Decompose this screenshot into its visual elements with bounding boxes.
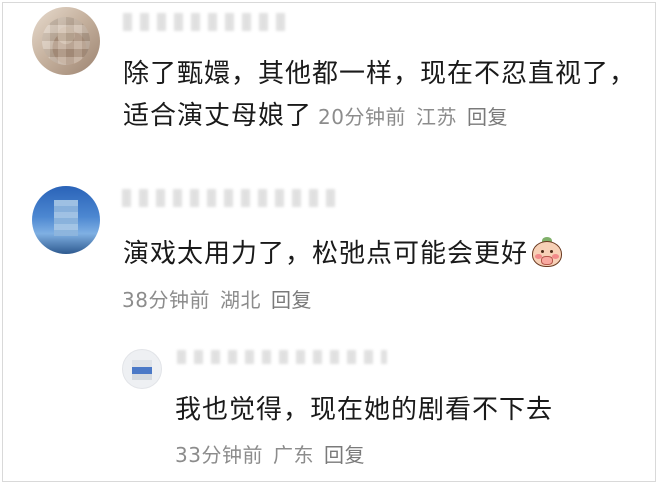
comment-text: 演戏太用力了，松弛点可能会更好 xyxy=(123,233,564,275)
comment-time: 20分钟前 xyxy=(318,105,406,129)
comment-location: 江苏 xyxy=(415,105,457,129)
user-avatar[interactable] xyxy=(32,7,100,75)
comment-meta: 20分钟前 江苏 回复 xyxy=(318,105,518,129)
blushing-peach-emoji xyxy=(530,237,564,267)
comments-frame: 除了甄嬛，其他都一样，现在不忍直视了，适合演丈母娘了 20分钟前 江苏 回复 演戏太用… xyxy=(2,2,656,482)
reply-user-avatar[interactable] xyxy=(122,349,162,389)
comment-text: 除了甄嬛，其他都一样，现在不忍直视了，适合演丈母娘了 20分钟前 江苏 回复 xyxy=(123,53,643,138)
reply-text: 我也觉得，现在她的剧看不下去 xyxy=(175,389,553,431)
blurred-username[interactable] xyxy=(123,13,288,31)
reply-button[interactable]: 回复 xyxy=(324,443,365,467)
comment-body: 演戏太用力了，松弛点可能会更好 xyxy=(123,239,529,269)
reply-button[interactable]: 回复 xyxy=(271,288,312,312)
blurred-username[interactable] xyxy=(122,189,340,207)
comment-location: 湖北 xyxy=(219,288,261,312)
blurred-username[interactable] xyxy=(177,350,387,364)
comment-meta: 38分钟前 湖北 回复 xyxy=(122,286,322,314)
comment-body: 我也觉得，现在她的剧看不下去 xyxy=(175,395,554,425)
comment-time: 33分钟前 xyxy=(175,443,263,467)
reply-button[interactable]: 回复 xyxy=(467,105,508,129)
reply-meta: 33分钟前 广东 回复 xyxy=(175,441,375,469)
comment-location: 广东 xyxy=(272,443,314,467)
user-avatar[interactable] xyxy=(32,186,100,254)
comment-time: 38分钟前 xyxy=(122,288,210,312)
